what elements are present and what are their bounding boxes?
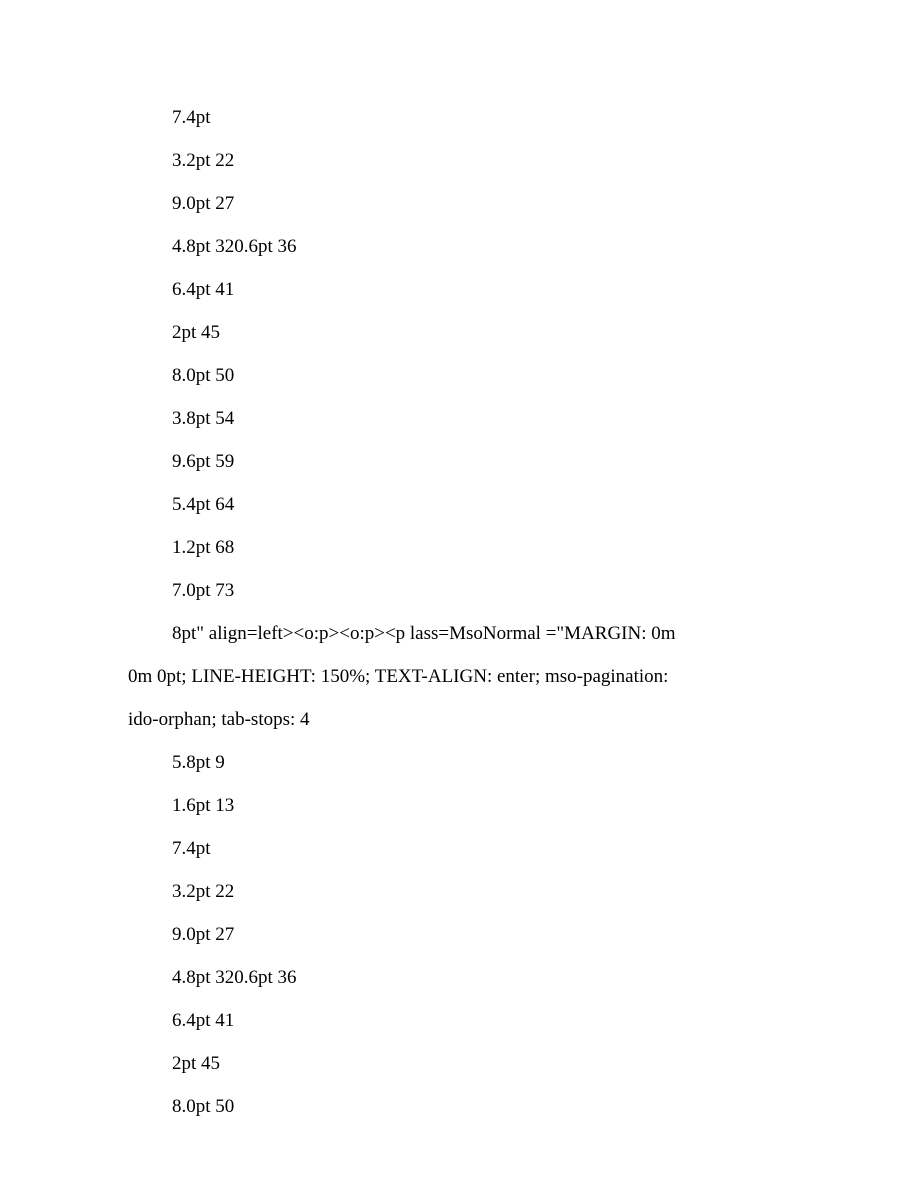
text-line: 4.8pt 320.6pt 36 (128, 968, 810, 987)
text-line: 6.4pt 41 (128, 1011, 810, 1030)
text-line: 8.0pt 50 (128, 366, 810, 385)
text-line: 7.4pt (128, 839, 810, 858)
text-line: 3.8pt 54 (128, 409, 810, 428)
text-line: 4.8pt 320.6pt 36 (128, 237, 810, 256)
text-line: 2pt 45 (128, 1054, 810, 1073)
text-line: 7.4pt (128, 108, 810, 127)
text-line: ido-orphan; tab-stops: 4 (128, 710, 810, 729)
text-line: 8pt" align=left><o:p><o:p><p lass=MsoNor… (128, 624, 810, 643)
text-line: 7.0pt 73 (128, 581, 810, 600)
text-line: 9.0pt 27 (128, 194, 810, 213)
text-line: 2pt 45 (128, 323, 810, 342)
text-line: 0m 0pt; LINE-HEIGHT: 150%; TEXT-ALIGN: e… (128, 667, 810, 686)
text-line: 1.2pt 68 (128, 538, 810, 557)
document-page: 7.4pt 3.2pt 22 9.0pt 27 4.8pt 320.6pt 36… (0, 0, 920, 1191)
text-line: 9.0pt 27 (128, 925, 810, 944)
text-line: 9.6pt 59 (128, 452, 810, 471)
text-line: 5.8pt 9 (128, 753, 810, 772)
text-line: 8.0pt 50 (128, 1097, 810, 1116)
text-line: 6.4pt 41 (128, 280, 810, 299)
text-line: 3.2pt 22 (128, 151, 810, 170)
text-line: 3.2pt 22 (128, 882, 810, 901)
text-line: 5.4pt 64 (128, 495, 810, 514)
text-line: 1.6pt 13 (128, 796, 810, 815)
